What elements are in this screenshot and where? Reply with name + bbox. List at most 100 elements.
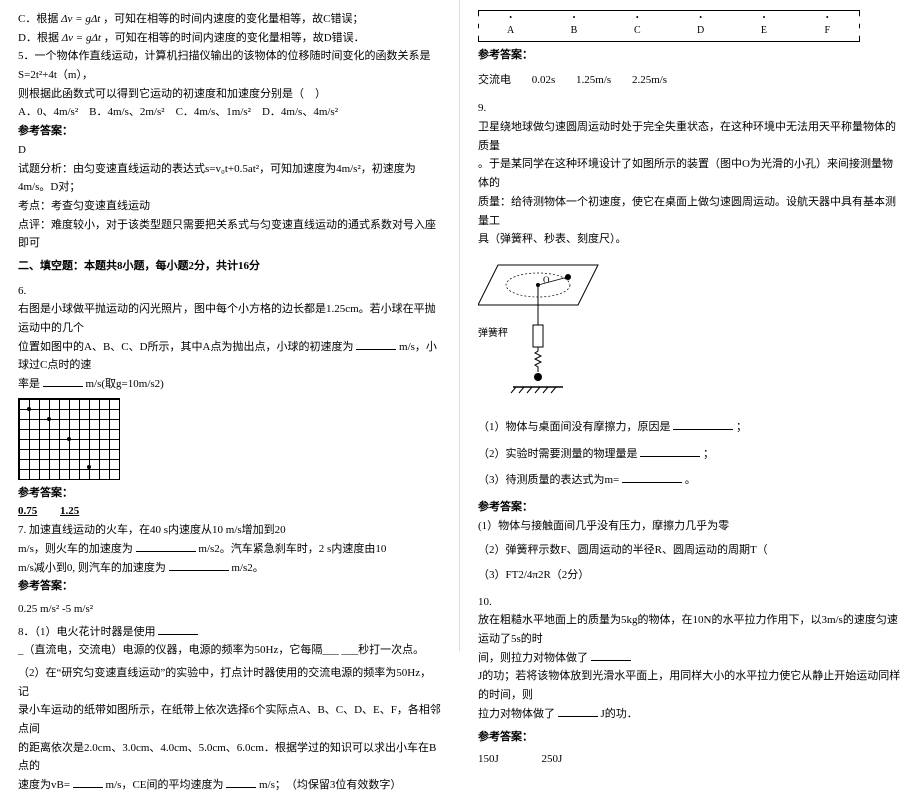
q9-line-b: 。于是某同学在这种环境设计了如图所示的装置（图中O为光滑的小孔）来间接测量物体的 <box>478 155 902 192</box>
q5-exp-2: 考点：考查匀变速直线运动 <box>18 197 441 216</box>
q6-ans-1: 0.75 <box>18 505 37 517</box>
q10-line-c: J的功；若将该物体放到光滑水平面上，用同样大小的水平拉力使它从静止开始运动同样的… <box>478 667 902 704</box>
q9-ans-c: （3）FT2/4π2R（2分） <box>478 566 902 585</box>
q5-answer: D <box>18 141 441 160</box>
blank-q9-2 <box>640 445 700 457</box>
q9-q2: （2）实验时需要测量的物理量是 ； <box>478 445 902 464</box>
blank-q7-2 <box>169 559 229 571</box>
left-column: C．根据 Δv = gΔt ，可知在相等的时间内速度的变化量相等，故C错误； D… <box>0 0 460 651</box>
q8-ans-d: 2.25m/s <box>632 74 667 86</box>
q7-line-a: 7. 加速直线运动的火车，在40 s内速度从10 m/s增加到20 <box>18 521 441 540</box>
q7-line-b: m/s，则火车的加速度为 <box>18 543 133 555</box>
answer-label-1: 参考答案： <box>18 122 441 141</box>
q8-ans-c: 1.25m/s <box>576 74 611 86</box>
apparatus-diagram: O <box>478 255 618 412</box>
q9-line-d: 具（弹簧秤、秒表、刻度尺）。 <box>478 230 902 249</box>
paper-tape-diagram: •A •B •C •D •E •F <box>478 10 860 42</box>
q8-2b: 录小车运动的纸带如图所示，在纸带上依次选择6个实际点A、B、C、D、E、F，各相… <box>18 701 441 738</box>
q5-opt-a: A．0、4m/s² <box>18 106 78 118</box>
answer-label-3: 参考答案： <box>18 577 441 596</box>
q6-line-e: m/s(取g=10m/s2) <box>86 378 164 390</box>
q8-2f: m/s； （均保留3位有效数字） <box>259 779 401 791</box>
q5-opt-b: B．4m/s、2m/s² <box>89 106 164 118</box>
q9-line-c: 质量：给待测物体一个初速度，使它在桌面上做匀速圆周运动。设航天器中具有基本测量工 <box>478 193 902 230</box>
tape-label-c: C <box>606 22 669 39</box>
option-c-line: C．根据 Δv = gΔt ，可知在相等的时间内速度的变化量相等，故C错误； <box>18 10 441 29</box>
section-2-heading: 二、填空题：本题共8小题，每小题2分，共计16分 <box>18 257 441 276</box>
option-c-prefix: C．根据 <box>18 13 58 25</box>
answer-label-6: 参考答案： <box>478 728 902 747</box>
answer-label-4: 参考答案： <box>478 46 902 65</box>
blank-q6-1 <box>356 338 396 350</box>
q9-q1a: （1）物体与桌面间没有摩擦力，原因是 <box>478 421 671 433</box>
option-d-prefix: D．根据 <box>18 32 59 44</box>
q8-2a: （2）在“研究匀变速直线运动”的实验中，打点计时器使用的交流电源的频率为50Hz… <box>18 664 441 701</box>
q8-ans-b: 0.02s <box>532 74 556 86</box>
tape-label-f: F <box>796 22 859 39</box>
q7-line-c: m/s2。汽车紧急刹车时，2 s内速度由10 <box>198 543 386 555</box>
answer-label-5: 参考答案： <box>478 498 902 517</box>
q9-ans-b: （2）弹簧秤示数F、圆周运动的半径R、圆周运动的周期T（ <box>478 541 902 560</box>
q8-2e: m/s，CE间的平均速度为 <box>106 779 224 791</box>
q9-q1: （1）物体与桌面间没有摩擦力，原因是 ； <box>478 418 902 437</box>
tape-label-b: B <box>542 22 605 39</box>
q10-number: 10. <box>478 593 902 612</box>
q6-answers: 0.75 1.25 <box>18 502 441 521</box>
blank-q8-3 <box>226 776 256 788</box>
q10-line-b-wrap: 间，则拉力对物体做了 <box>478 649 902 668</box>
q5-stem-2: 则根据此函数式可以得到它运动的初速度和加速度分别是（ ） <box>18 85 441 104</box>
spring-scale-label: 弹簧秤 <box>478 325 508 342</box>
q9-ans-a: (1）物体与接触面间几乎没有压力，摩擦力几乎为零 <box>478 517 902 536</box>
q5-opt-d: D．4m/s、4m/s² <box>262 106 338 118</box>
q9-q3a: （3）待测质量的表达式为m= <box>478 474 619 486</box>
q9-q1b: ； <box>736 421 747 433</box>
q10-line-a: 放在粗糙水平地面上的质量为5kg的物体，在10N的水平拉力作用下，以3m/s的速… <box>478 611 902 648</box>
q5-options: A．0、4m/s² B．4m/s、2m/s² C．4m/s、1m/s² D．4m… <box>18 103 441 122</box>
q8-answers: 交流电 0.02s 1.25m/s 2.25m/s <box>478 71 902 90</box>
q9-number: 9. <box>478 99 902 118</box>
q10-answers: 150J 250J <box>478 750 902 769</box>
q7-line-d: m/s减小到0, 则汽车的加速度为 <box>18 562 166 574</box>
q6-line-d-wrap: 率是 m/s(取g=10m/s2) <box>18 375 441 394</box>
q8-ans-a: 交流电 <box>478 74 511 86</box>
blank-q9-1 <box>673 418 733 430</box>
q5-exp-1: 试题分析：由匀变速直线运动的表达式s=v₀t+0.5at²，可知加速度为4m/s… <box>18 160 441 197</box>
q7-line-e: m/s2。 <box>231 562 263 574</box>
blank-q9-3 <box>622 471 682 483</box>
q10-line-e: J的功． <box>601 708 638 720</box>
q9-q3b: 。 <box>685 474 696 486</box>
blank-q6-2 <box>43 375 83 387</box>
q7-answer: 0.25 m/s² -5 m/s² <box>18 600 441 619</box>
q6-number: 6. <box>18 282 441 301</box>
blank-q8-2 <box>73 776 103 788</box>
q10-line-b: 间，则拉力对物体做了 <box>478 652 588 664</box>
q9-line-a: 卫星绕地球做匀速圆周运动时处于完全失重状态，在这种环境中无法用天平称量物体的质量 <box>478 118 902 155</box>
blank-q10-2 <box>558 705 598 717</box>
q10-ans-1: 150J <box>478 753 499 765</box>
q10-line-d-wrap: 拉力对物体做了 J的功． <box>478 705 902 724</box>
q8-2c: 的距离依次是2.0cm、3.0cm、4.0cm、5.0cm、6.0cm．根据学过… <box>18 739 441 776</box>
q8-2d: 速度为vB= <box>18 779 70 791</box>
q6-ans-2: 1.25 <box>60 505 79 517</box>
option-c-tail: ，可知在相等的时间内速度的变化量相等，故C错误； <box>103 13 363 25</box>
q7-line-d-wrap: m/s减小到0, 则汽车的加速度为 m/s2。 <box>18 559 441 578</box>
formula-d: Δv = gΔt <box>62 29 101 48</box>
q8-2d-wrap: 速度为vB= m/s，CE间的平均速度为 m/s； （均保留3位有效数字） <box>18 776 441 795</box>
q5-stem-1: 5．一个物体作直线运动，计算机扫描仪输出的该物体的位移随时间变化的函数关系是S=… <box>18 47 441 84</box>
option-d-tail: ，可知在相等的时间内速度的变化量相等，故D错误． <box>104 32 365 44</box>
q6-line-b-wrap: 位置如图中的A、B、C、D所示，其中A点为抛出点，小球的初速度为 m/s，小球过… <box>18 338 441 375</box>
blank-q7-1 <box>136 540 196 552</box>
tape-label-a: A <box>479 22 542 39</box>
answer-label-2: 参考答案： <box>18 484 441 503</box>
q8-1-wrap: 8．（1）电火花计时器是使用 <box>18 623 441 642</box>
option-d-line: D．根据 Δv = gΔt ，可知在相等的时间内速度的变化量相等，故D错误． <box>18 29 441 48</box>
q5-opt-c: C．4m/s、1m/s² <box>176 106 251 118</box>
q9-q2a: （2）实验时需要测量的物理量是 <box>478 448 638 460</box>
q9-q2b: ； <box>703 448 714 460</box>
q6-line-b: 位置如图中的A、B、C、D所示，其中A点为抛出点，小球的初速度为 <box>18 341 354 353</box>
tape-label-d: D <box>669 22 732 39</box>
q6-line-a: 右图是小球做平抛运动的闪光照片，图中每个小方格的边长都是1.25cm。若小球在平… <box>18 300 441 337</box>
formula-c: Δv = gΔt <box>61 10 100 29</box>
flash-photo-grid <box>18 398 120 480</box>
q6-line-d: 率是 <box>18 378 40 390</box>
